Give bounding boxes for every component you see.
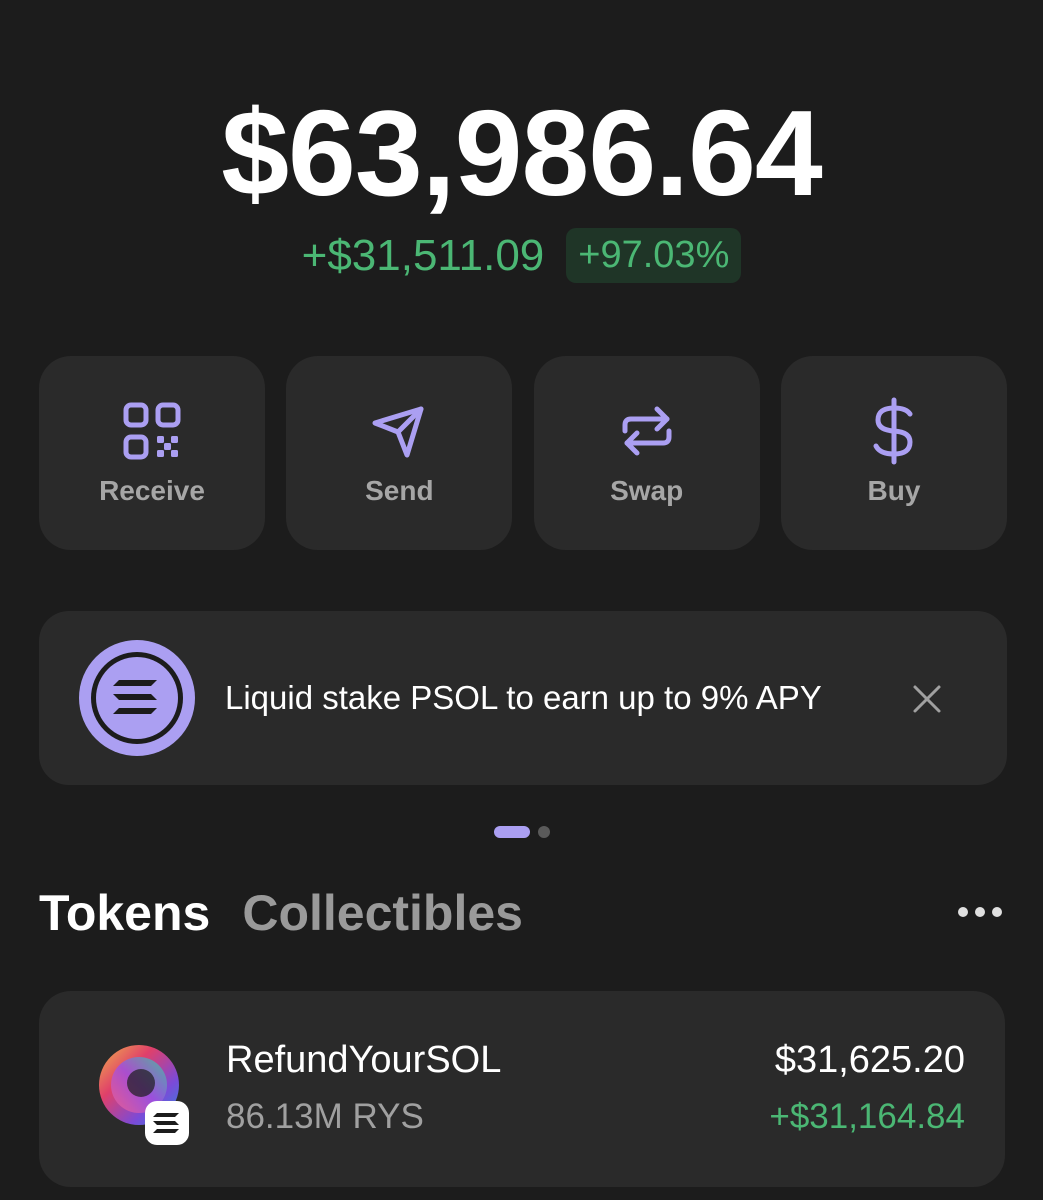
buy-button[interactable]: Buy bbox=[780, 356, 1007, 550]
token-value: $31,625.20 bbox=[774, 1039, 965, 1081]
promo-text: Liquid stake PSOL to earn up to 9% APY bbox=[225, 679, 822, 716]
carousel-dot[interactable] bbox=[538, 826, 550, 838]
swap-arrows-icon bbox=[615, 399, 679, 463]
close-icon[interactable] bbox=[907, 679, 947, 719]
portfolio-change: +$31,511.09 +97.03% bbox=[0, 228, 1043, 283]
asset-tabs: Tokens Collectibles bbox=[39, 884, 523, 942]
tab-collectibles[interactable]: Collectibles bbox=[242, 884, 523, 942]
paper-plane-icon bbox=[367, 399, 431, 463]
change-amount: +$31,511.09 bbox=[301, 230, 545, 280]
change-percent-badge: +97.03% bbox=[566, 228, 742, 283]
send-label: Send bbox=[365, 475, 434, 506]
receive-label: Receive bbox=[99, 475, 205, 506]
token-amount: 86.13M RYS bbox=[226, 1097, 424, 1136]
qr-code-icon bbox=[120, 399, 184, 463]
token-name: RefundYourSOL bbox=[226, 1039, 502, 1081]
swap-button[interactable]: Swap bbox=[533, 356, 760, 550]
tab-tokens[interactable]: Tokens bbox=[39, 884, 210, 942]
carousel-indicator[interactable] bbox=[494, 826, 550, 838]
promo-banner[interactable]: Liquid stake PSOL to earn up to 9% APY bbox=[39, 611, 1007, 785]
buy-label: Buy bbox=[867, 475, 921, 506]
swap-label: Swap bbox=[610, 475, 684, 506]
receive-button[interactable]: Receive bbox=[39, 356, 265, 550]
action-buttons: Receive Send Swap Buy bbox=[39, 356, 1007, 550]
carousel-dot-active[interactable] bbox=[494, 826, 530, 838]
token-change: +$31,164.84 bbox=[769, 1097, 965, 1136]
token-row[interactable]: RefundYourSOL 86.13M RYS $31,625.20 +$31… bbox=[39, 991, 1005, 1187]
portfolio-balance: $63,986.64 bbox=[221, 85, 823, 221]
send-button[interactable]: Send bbox=[286, 356, 513, 550]
more-options-icon[interactable] bbox=[955, 898, 1005, 926]
solana-icon bbox=[77, 638, 197, 758]
token-logo-icon bbox=[91, 1039, 199, 1149]
dollar-icon bbox=[862, 397, 926, 465]
